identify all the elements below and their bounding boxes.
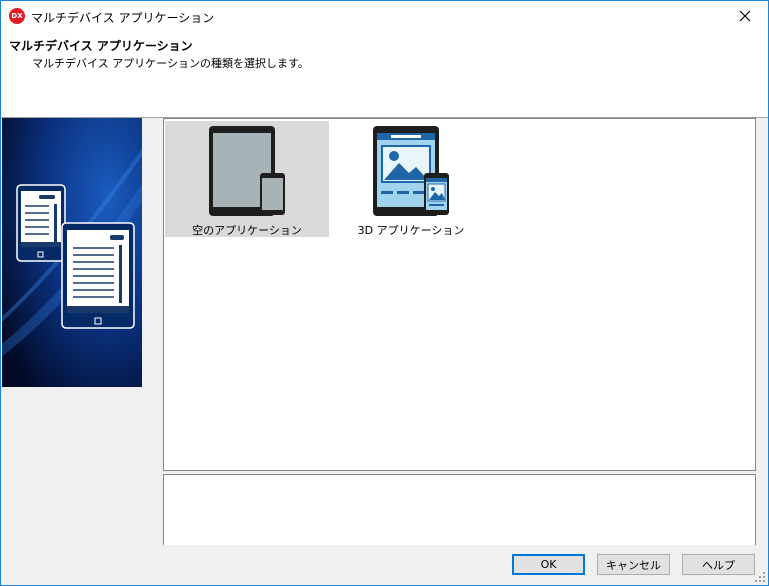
blank-app-tablet-phone-icon xyxy=(209,126,285,216)
template-label: 3D アプリケーション xyxy=(357,224,465,237)
description-box xyxy=(163,474,756,545)
template-item-3d[interactable]: 3D アプリケーション xyxy=(329,121,493,237)
page-subtitle: マルチデバイス アプリケーションの種類を選択します。 xyxy=(32,57,309,70)
title-bar[interactable]: DX マルチデバイス アプリケーション xyxy=(1,1,768,31)
ok-button[interactable]: OK xyxy=(512,554,585,575)
help-button[interactable]: ヘルプ xyxy=(682,554,755,575)
page-title: マルチデバイス アプリケーション xyxy=(9,39,193,53)
template-list[interactable]: 空のアプリケーション 3D アプリケーション xyxy=(163,118,756,471)
close-button[interactable] xyxy=(722,1,768,31)
close-icon xyxy=(739,10,751,22)
app-logo-icon: DX xyxy=(9,8,25,24)
dialog-window: DX マルチデバイス アプリケーション マルチデバイス アプリケーション マルチ… xyxy=(0,0,769,586)
3d-app-tablet-phone-icon xyxy=(373,126,449,216)
cancel-button[interactable]: キャンセル xyxy=(597,554,670,575)
template-label: 空のアプリケーション xyxy=(192,224,302,237)
side-banner xyxy=(2,118,142,387)
window-title: マルチデバイス アプリケーション xyxy=(31,11,215,25)
template-item-blank[interactable]: 空のアプリケーション xyxy=(165,121,329,237)
wizard-header: マルチデバイス アプリケーション マルチデバイス アプリケーションの種類を選択し… xyxy=(1,31,768,118)
resize-grip-icon[interactable] xyxy=(754,571,766,583)
multi-device-banner-illustration xyxy=(2,118,142,387)
